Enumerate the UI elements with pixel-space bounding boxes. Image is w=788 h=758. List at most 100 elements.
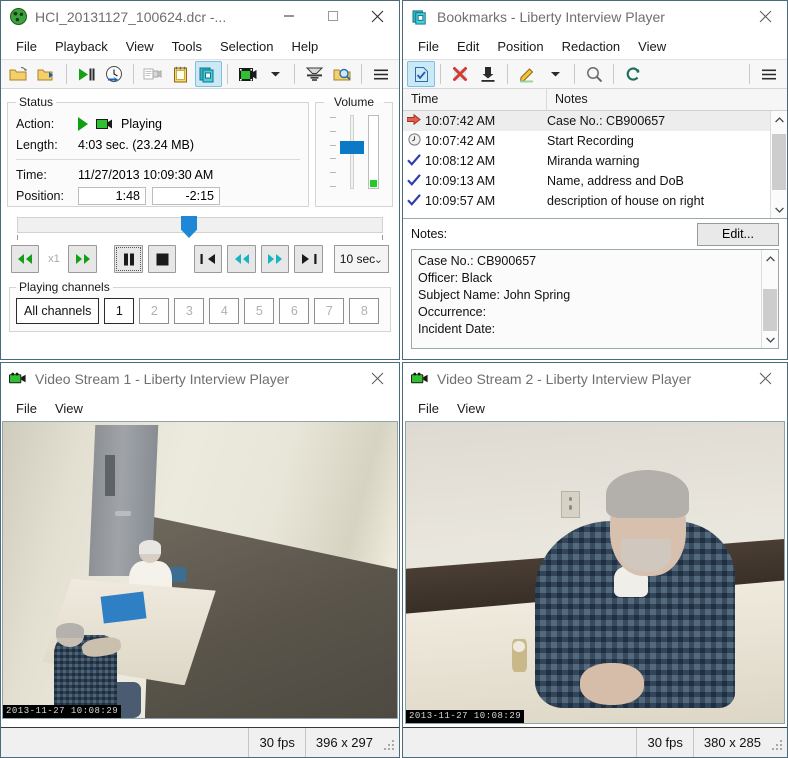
- menu-edit[interactable]: Edit: [448, 36, 488, 57]
- seek-bar[interactable]: [9, 216, 391, 242]
- menu-playback[interactable]: Playback: [46, 36, 117, 57]
- edit-pencil-icon[interactable]: [513, 61, 541, 87]
- column-header-notes[interactable]: Notes: [547, 89, 787, 110]
- stop-button[interactable]: [147, 245, 177, 273]
- notes-textarea[interactable]: Case No.: CB900657 Officer: Black Subjec…: [411, 249, 779, 349]
- menu-view[interactable]: View: [448, 398, 494, 419]
- open-export-icon[interactable]: [33, 61, 61, 87]
- refresh-icon[interactable]: [619, 61, 647, 87]
- menu-file[interactable]: File: [409, 398, 448, 419]
- resize-grip[interactable]: [383, 728, 399, 757]
- table-row[interactable]: 10:07:42 AM Case No.: CB900657: [403, 111, 770, 131]
- close-button[interactable]: [355, 363, 399, 394]
- table-row[interactable]: 10:08:12 AM Miranda warning: [403, 151, 770, 171]
- zoom-preview-icon[interactable]: [328, 61, 356, 87]
- scroll-up-icon[interactable]: [762, 250, 778, 267]
- maximize-button[interactable]: [311, 1, 355, 32]
- step-forward-button[interactable]: [260, 245, 290, 273]
- scroll-up-icon[interactable]: [771, 111, 787, 128]
- close-button[interactable]: [743, 363, 787, 394]
- menu-view[interactable]: View: [117, 36, 163, 57]
- menu-tools[interactable]: Tools: [163, 36, 211, 57]
- delete-bookmark-icon[interactable]: [446, 61, 474, 87]
- scrollbar-thumb[interactable]: [763, 289, 777, 331]
- hamburger-menu-icon[interactable]: [755, 61, 783, 87]
- table-row[interactable]: 10:07:42 AM Start Recording: [403, 131, 770, 151]
- menu-selection[interactable]: Selection: [211, 36, 282, 57]
- seek-thumb[interactable]: [181, 216, 197, 238]
- channel-button-all[interactable]: All channels: [16, 298, 100, 324]
- notes-scrollbar[interactable]: [761, 250, 778, 348]
- menu-redaction[interactable]: Redaction: [553, 36, 630, 57]
- skip-start-button[interactable]: [193, 245, 223, 273]
- edit-button[interactable]: Edit...: [697, 222, 779, 246]
- camera-properties-icon[interactable]: [139, 61, 167, 87]
- bookmarks-titlebar[interactable]: Bookmarks - Liberty Interview Player: [403, 1, 787, 33]
- dropdown-arrow-icon[interactable]: [261, 61, 289, 87]
- channel-button-1[interactable]: 1: [104, 298, 135, 324]
- open-file-icon[interactable]: [5, 61, 33, 87]
- bookmarks-icon[interactable]: [194, 61, 223, 87]
- menu-file[interactable]: File: [7, 398, 46, 419]
- column-header-time[interactable]: Time: [403, 89, 547, 110]
- position-remaining-field[interactable]: -2:15: [152, 186, 220, 205]
- close-button[interactable]: [355, 1, 399, 32]
- step-interval-select[interactable]: 10 sec ⌄: [333, 245, 389, 273]
- menu-file[interactable]: File: [409, 36, 448, 57]
- menu-view[interactable]: View: [629, 36, 675, 57]
- seek-tick-start: [17, 235, 18, 240]
- channel-button-7[interactable]: 7: [314, 298, 345, 324]
- video2-canvas[interactable]: 2013-11-27 10:08:29: [405, 421, 785, 724]
- dropdown-arrow-icon[interactable]: [541, 61, 569, 87]
- menu-file[interactable]: File: [7, 36, 46, 57]
- menu-view[interactable]: View: [46, 398, 92, 419]
- menu-position[interactable]: Position: [488, 36, 552, 57]
- video2-titlebar[interactable]: Video Stream 2 - Liberty Interview Playe…: [403, 363, 787, 395]
- audio-mixer-icon[interactable]: [300, 61, 328, 87]
- bookmarks-scrollbar[interactable]: [770, 111, 787, 218]
- player-window-buttons: [267, 1, 399, 33]
- channel-button-6[interactable]: 6: [279, 298, 310, 324]
- channel-button-3[interactable]: 3: [174, 298, 205, 324]
- video1-titlebar[interactable]: Video Stream 1 - Liberty Interview Playe…: [1, 363, 399, 395]
- search-icon[interactable]: [580, 61, 608, 87]
- new-bookmark-icon[interactable]: [407, 61, 435, 87]
- door-window: [105, 454, 116, 496]
- scrollbar-trough[interactable]: [771, 128, 787, 201]
- notes-icon[interactable]: [167, 61, 195, 87]
- play-pause-icon[interactable]: [72, 61, 100, 87]
- volume-slider-thumb[interactable]: [339, 141, 364, 154]
- video-export-icon[interactable]: [233, 61, 261, 87]
- scroll-down-icon[interactable]: [771, 201, 787, 218]
- hamburger-menu-icon[interactable]: [367, 61, 395, 87]
- skip-end-button[interactable]: [294, 245, 323, 273]
- channel-button-8[interactable]: 8: [349, 298, 380, 324]
- camcorder-icon: [411, 370, 429, 388]
- video1-canvas[interactable]: 2013-11-27 10:08:29: [2, 421, 398, 719]
- table-row[interactable]: 10:09:57 AM description of house on righ…: [403, 191, 770, 211]
- bookmark-note: Start Recording: [547, 134, 634, 148]
- volume-slider[interactable]: [339, 115, 364, 189]
- fast-forward-button[interactable]: [68, 245, 97, 273]
- seek-track[interactable]: [17, 217, 383, 233]
- goto-time-icon[interactable]: [100, 61, 128, 87]
- channel-button-2[interactable]: 2: [139, 298, 170, 324]
- close-button[interactable]: [743, 1, 787, 32]
- rewind-button[interactable]: [11, 245, 40, 273]
- channel-button-5[interactable]: 5: [244, 298, 275, 324]
- scrollbar-trough[interactable]: [762, 267, 778, 331]
- scrollbar-thumb[interactable]: [772, 134, 786, 190]
- resize-grip[interactable]: [771, 728, 787, 757]
- menu-help[interactable]: Help: [283, 36, 328, 57]
- channel-button-4[interactable]: 4: [209, 298, 240, 324]
- pause-button[interactable]: [114, 245, 143, 273]
- import-bookmark-icon[interactable]: [474, 61, 502, 87]
- position-elapsed-field[interactable]: 1:48: [78, 186, 146, 205]
- scroll-down-icon[interactable]: [762, 331, 778, 348]
- player-titlebar[interactable]: HCI_20131127_100624.dcr -...: [1, 1, 399, 33]
- step-back-button[interactable]: [227, 245, 256, 273]
- table-row[interactable]: 10:09:13 AM Name, address and DoB: [403, 171, 770, 191]
- minimize-button[interactable]: [267, 1, 311, 32]
- toolbar-separator: [65, 64, 67, 84]
- position-line: Position: 1:48 -2:15: [16, 185, 300, 206]
